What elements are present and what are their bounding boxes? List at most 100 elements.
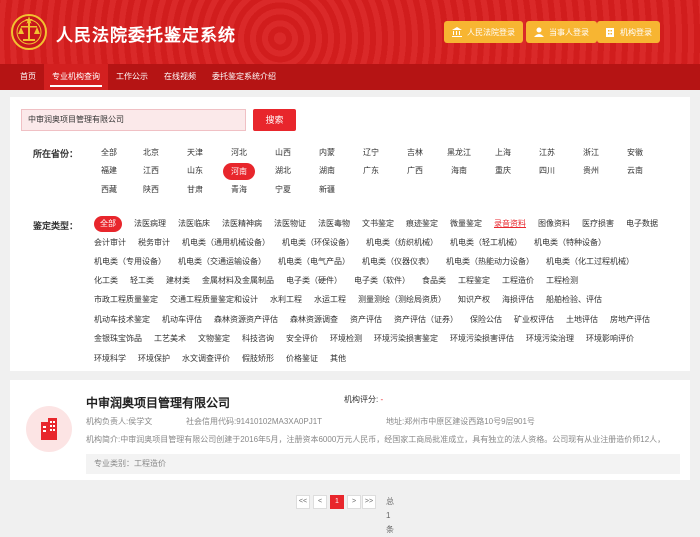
type-option[interactable]: 环境影响评价	[586, 332, 634, 346]
province-option[interactable]: 安徽	[627, 146, 643, 160]
province-option[interactable]: 四川	[539, 164, 555, 178]
type-option[interactable]: 工程检测	[546, 274, 578, 288]
province-option[interactable]: 青海	[231, 183, 247, 197]
type-option[interactable]: 文书鉴定	[362, 217, 394, 231]
type-option[interactable]: 土地评估	[566, 313, 598, 327]
type-option[interactable]: 环境污染损害评估	[450, 332, 514, 346]
type-option[interactable]: 金属材料及金属制品	[202, 274, 274, 288]
province-option[interactable]: 山东	[187, 164, 203, 178]
province-option[interactable]: 重庆	[495, 164, 511, 178]
type-option[interactable]: 全部	[94, 216, 122, 232]
type-option[interactable]: 环境污染损害鉴定	[374, 332, 438, 346]
pager-current-page[interactable]: 1	[330, 495, 344, 509]
org-name[interactable]: 中审润奥项目管理有限公司	[86, 394, 230, 411]
type-option[interactable]: 机电类（专用设备）	[94, 255, 166, 269]
province-option[interactable]: 海南	[451, 164, 467, 178]
type-option[interactable]: 假肢矫形	[242, 352, 274, 366]
province-option[interactable]: 辽宁	[363, 146, 379, 160]
province-option[interactable]: 湖南	[319, 164, 335, 178]
province-option[interactable]: 河北	[231, 146, 247, 160]
type-option[interactable]: 机电类（环保设备）	[282, 236, 354, 250]
type-option[interactable]: 房地产评估	[610, 313, 650, 327]
province-option[interactable]: 西藏	[101, 183, 117, 197]
type-option[interactable]: 机电类（仪器仪表）	[362, 255, 434, 269]
nav-home[interactable]: 首页	[12, 64, 44, 90]
nav-online-video[interactable]: 在线视频	[156, 64, 204, 90]
type-option[interactable]: 交通工程质量鉴定和设计	[170, 293, 258, 307]
type-option[interactable]: 测量测绘（测绘局资质）	[358, 293, 446, 307]
type-option[interactable]: 环境检测	[330, 332, 362, 346]
province-option[interactable]: 河南	[223, 163, 255, 180]
province-option[interactable]: 天津	[187, 146, 203, 160]
type-option[interactable]: 环境保护	[138, 352, 170, 366]
province-option[interactable]: 内蒙	[319, 146, 335, 160]
type-option[interactable]: 图像资料	[538, 217, 570, 231]
type-option[interactable]: 机电类（化工过程机械）	[546, 255, 634, 269]
type-option[interactable]: 法医病理	[134, 217, 166, 231]
institution-login-button[interactable]: 机构登录	[597, 21, 660, 43]
type-option[interactable]: 机电类（通用机械设备）	[182, 236, 270, 250]
type-option[interactable]: 法医毒物	[318, 217, 350, 231]
type-option[interactable]: 机电类（轻工机械）	[450, 236, 522, 250]
type-option[interactable]: 法医物证	[274, 217, 306, 231]
type-option[interactable]: 水文调查评价	[182, 352, 230, 366]
pager-next[interactable]: >	[347, 495, 361, 509]
type-option[interactable]: 水利工程	[270, 293, 302, 307]
type-option[interactable]: 船舶检验、评估	[546, 293, 602, 307]
nav-system-intro[interactable]: 委托鉴定系统介绍	[204, 64, 284, 90]
province-option[interactable]: 广东	[363, 164, 379, 178]
province-option[interactable]: 湖北	[275, 164, 291, 178]
court-login-button[interactable]: 人民法院登录	[444, 21, 523, 43]
type-option[interactable]: 法医精神病	[222, 217, 262, 231]
type-option[interactable]: 机动车技术鉴定	[94, 313, 150, 327]
type-option[interactable]: 资产评估（证券）	[394, 313, 458, 327]
province-option[interactable]: 全部	[101, 146, 117, 160]
type-option[interactable]: 工艺美术	[154, 332, 186, 346]
type-option[interactable]: 机动车评估	[162, 313, 202, 327]
nav-institution-search[interactable]: 专业机构查询	[44, 64, 108, 90]
type-option[interactable]: 机电类（热能动力设备）	[446, 255, 534, 269]
type-option[interactable]: 食品类	[422, 274, 446, 288]
type-option[interactable]: 保险公估	[470, 313, 502, 327]
type-option[interactable]: 价格鉴证	[286, 352, 318, 366]
type-option[interactable]: 痕迹鉴定	[406, 217, 438, 231]
type-option[interactable]: 会计审计	[94, 236, 126, 250]
type-option[interactable]: 机电类（纺织机械）	[366, 236, 438, 250]
pager-first[interactable]: <<	[296, 495, 310, 509]
province-option[interactable]: 黑龙江	[447, 146, 471, 160]
province-option[interactable]: 山西	[275, 146, 291, 160]
type-option[interactable]: 录音资料	[494, 217, 526, 231]
type-option[interactable]: 矿业权评估	[514, 313, 554, 327]
party-login-button[interactable]: 当事人登录	[526, 21, 597, 43]
type-option[interactable]: 机电类（特种设备）	[534, 236, 606, 250]
type-option[interactable]: 电子类（硬件）	[286, 274, 342, 288]
pager-prev[interactable]: <	[313, 495, 327, 509]
type-option[interactable]: 电子类（软件）	[354, 274, 410, 288]
province-option[interactable]: 江西	[143, 164, 159, 178]
type-option[interactable]: 环境科学	[94, 352, 126, 366]
province-option[interactable]: 上海	[495, 146, 511, 160]
type-option[interactable]: 轻工类	[130, 274, 154, 288]
search-button[interactable]: 搜索	[253, 109, 296, 131]
type-option[interactable]: 机电类（电气产品）	[278, 255, 350, 269]
province-option[interactable]: 甘肃	[187, 183, 203, 197]
type-option[interactable]: 建材类	[166, 274, 190, 288]
search-input[interactable]: 中审润奥项目管理有限公司	[21, 109, 246, 131]
province-option[interactable]: 吉林	[407, 146, 423, 160]
nav-announcements[interactable]: 工作公示	[108, 64, 156, 90]
province-option[interactable]: 江苏	[539, 146, 555, 160]
type-option[interactable]: 税务审计	[138, 236, 170, 250]
type-option[interactable]: 文物鉴定	[198, 332, 230, 346]
type-option[interactable]: 工程鉴定	[458, 274, 490, 288]
type-option[interactable]: 水运工程	[314, 293, 346, 307]
province-option[interactable]: 北京	[143, 146, 159, 160]
type-option[interactable]: 其他	[330, 352, 346, 366]
type-option[interactable]: 知识产权	[458, 293, 490, 307]
province-option[interactable]: 广西	[407, 164, 423, 178]
type-option[interactable]: 海损评估	[502, 293, 534, 307]
type-option[interactable]: 医疗损害	[582, 217, 614, 231]
type-option[interactable]: 市政工程质量鉴定	[94, 293, 158, 307]
province-option[interactable]: 云南	[627, 164, 643, 178]
pager-last[interactable]: >>	[362, 495, 376, 509]
province-option[interactable]: 新疆	[319, 183, 335, 197]
